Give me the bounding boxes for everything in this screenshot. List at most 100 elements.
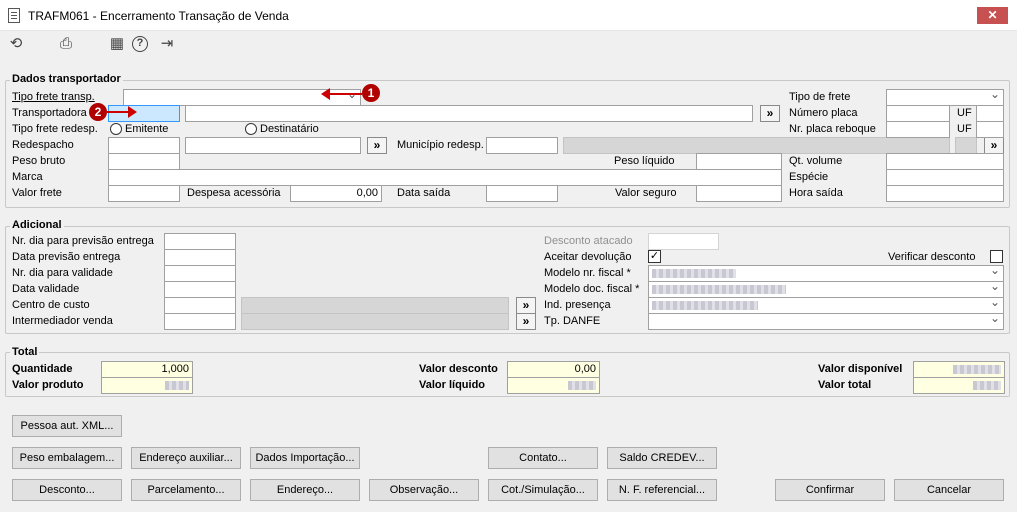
marker-2-arrowhead [128,106,137,118]
aceitar-devolucao-checkbox[interactable]: ✓ [648,250,661,263]
calendar-icon[interactable]: ▦ [107,34,127,54]
centro-custo-label: Centro de custo [12,299,90,311]
print-icon[interactable]: ⎙ [56,34,76,54]
tp-danfe-select[interactable] [648,313,1004,330]
redespacho-lookup-button[interactable]: » [367,137,387,154]
endereco-auxiliar-button[interactable]: Endereço auxiliar... [131,447,241,469]
numero-placa-input[interactable] [886,105,950,122]
close-button[interactable]: ✕ [977,7,1008,24]
valor-desconto-input: 0,00 [507,361,600,378]
cancelar-button[interactable]: Cancelar [894,479,1004,501]
peso-liquido-input[interactable] [696,153,782,170]
despesa-acessoria-label: Despesa acessória [187,187,281,199]
marca-label: Marca [12,171,43,183]
saldo-credev-button[interactable]: Saldo CREDEV... [607,447,717,469]
qt-volume-label: Qt. volume [789,155,843,167]
emitente-radio[interactable] [110,123,122,135]
intermediador-label: Intermediador venda [12,315,113,327]
centro-custo-lookup-button[interactable]: » [516,297,536,314]
nf-referencial-button[interactable]: N. F. referencial... [607,479,717,501]
cot-simulacao-button[interactable]: Cot./Simulação... [488,479,598,501]
modelo-doc-fiscal-select[interactable] [648,281,1004,298]
verificar-desconto-checkbox[interactable] [990,250,1003,263]
redacted-value [652,284,786,294]
despesa-acessoria-input[interactable]: 0,00 [290,185,382,202]
transportadora-name-input[interactable] [185,105,753,122]
quantidade-label: Quantidade [12,363,73,375]
destinatario-label: Destinatário [260,123,319,135]
desconto-button[interactable]: Desconto... [12,479,122,501]
dados-transportador-title: Dados transportador [10,73,123,86]
help-icon[interactable]: ? [132,36,148,52]
dados-importacao-button[interactable]: Dados Importação... [250,447,360,469]
quantidade-input: 1,000 [101,361,193,378]
pessoa-aut-xml-button[interactable]: Pessoa aut. XML... [12,415,122,437]
valor-seguro-input[interactable] [696,185,782,202]
observacao-button[interactable]: Observação... [369,479,479,501]
endereco-button[interactable]: Endereço... [250,479,360,501]
redacted-value [953,364,1001,374]
nr-dia-previsao-label: Nr. dia para previsão entrega [12,235,154,247]
especie-input[interactable] [886,169,1004,186]
municipio-code-input[interactable] [486,137,558,154]
modelo-doc-fiscal-label: Modelo doc. fiscal * [544,283,640,295]
centro-custo-code-input[interactable] [164,297,236,314]
qt-volume-input[interactable] [886,153,1004,170]
transportadora-code-input[interactable] [108,105,180,122]
centro-custo-name-input [241,297,509,314]
redespacho-name-input[interactable] [185,137,361,154]
marca-input[interactable] [108,169,782,186]
intermediador-code-input[interactable] [164,313,236,330]
placa-reboque-input[interactable] [886,121,950,138]
data-previsao-input[interactable] [164,249,236,266]
valor-disponivel-input [913,361,1005,378]
destinatario-radio[interactable] [245,123,257,135]
marker-1-arrowhead [321,88,330,100]
marker-2-arrow [106,111,130,113]
municipio-redesp-label: Município redesp. [397,139,484,151]
tipo-de-frete-label: Tipo de frete [789,91,851,103]
redacted-value [973,380,1001,390]
nr-dia-previsao-input[interactable] [164,233,236,250]
valor-total-label: Valor total [818,379,872,391]
data-validade-input[interactable] [164,281,236,298]
redespacho-code-input[interactable] [108,137,180,154]
placa-uf-input[interactable] [976,105,1004,122]
modelo-nr-fiscal-select[interactable] [648,265,1004,282]
peso-bruto-input[interactable] [108,153,180,170]
ind-presenca-label: Ind. presença [544,299,611,311]
tp-danfe-label: Tp. DANFE [544,315,601,327]
municipio-lookup-button[interactable]: » [984,137,1004,154]
valor-frete-label: Valor frete [12,187,62,199]
nr-dia-validade-input[interactable] [164,265,236,282]
intermediador-lookup-button[interactable]: » [516,313,536,330]
parcelamento-button[interactable]: Parcelamento... [131,479,241,501]
refresh-icon[interactable]: ⟲ [6,34,26,54]
adicional-title: Adicional [10,219,64,232]
aceitar-devolucao-label: Aceitar devolução [544,251,632,263]
transportadora-lookup-button[interactable]: » [760,105,780,122]
municipio-uf-input [955,137,977,154]
marker-2: 2 [89,103,107,121]
peso-embalagem-button[interactable]: Peso embalagem... [12,447,122,469]
data-previsao-label: Data previsão entrega [12,251,121,263]
confirmar-button[interactable]: Confirmar [775,479,885,501]
reboque-uf-input[interactable] [976,121,1004,138]
tipo-de-frete-select[interactable] [886,89,1004,106]
exit-icon[interactable]: ⇥ [157,34,177,54]
modelo-nr-fiscal-label: Modelo nr. fiscal * [544,267,631,279]
peso-liquido-label: Peso líquido [614,155,675,167]
numero-placa-label: Número placa [789,107,858,119]
valor-seguro-label: Valor seguro [615,187,677,199]
hora-saida-input[interactable] [886,185,1004,202]
valor-liquido-input [507,377,600,394]
desconto-atacado-label: Desconto atacado [544,235,633,247]
nr-dia-validade-label: Nr. dia para validade [12,267,113,279]
contato-button[interactable]: Contato... [488,447,598,469]
ind-presenca-select[interactable] [648,297,1004,314]
peso-bruto-label: Peso bruto [12,155,66,167]
data-saida-input[interactable] [486,185,558,202]
valor-frete-input[interactable] [108,185,180,202]
uf-reboque-label: UF [957,123,972,135]
intermediador-name-input [241,313,509,330]
